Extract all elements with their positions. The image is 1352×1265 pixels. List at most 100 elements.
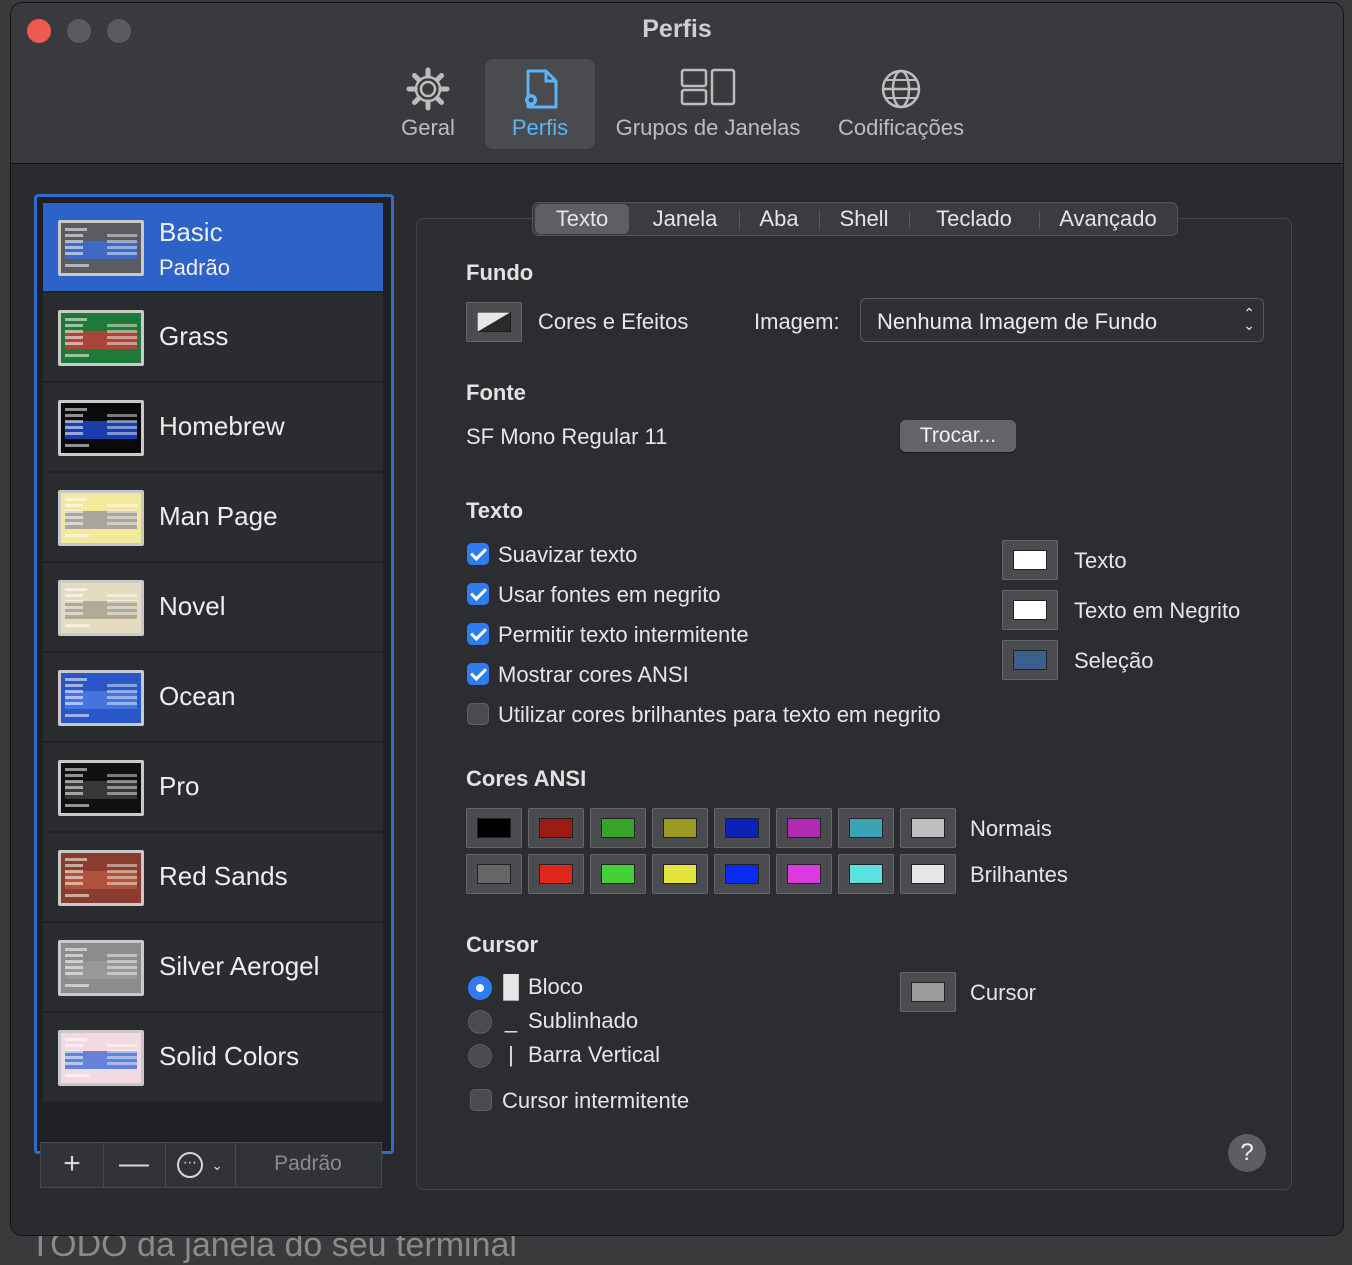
color-swatch: [663, 864, 697, 884]
text-color-label: Seleção: [1074, 648, 1154, 673]
text-option-checkbox[interactable]: [467, 583, 489, 605]
ansi-bright-color-well[interactable]: [528, 854, 584, 894]
more-actions-button[interactable]: ⋯ ⌄: [165, 1143, 236, 1187]
tab-teclado[interactable]: Teclado: [911, 203, 1037, 235]
ansi-bright-color-well[interactable]: [714, 854, 770, 894]
cursor-style-radio[interactable]: [468, 1010, 492, 1034]
profile-item[interactable]: Solid Colors: [43, 1013, 383, 1103]
toolbar-grupos[interactable]: Grupos de Janelas: [607, 59, 809, 149]
ansi-normal-color-well[interactable]: [590, 808, 646, 848]
profile-item[interactable]: Ocean: [43, 653, 383, 743]
color-swatch: [477, 864, 511, 884]
gear-icon: [406, 67, 450, 117]
color-swatch: [477, 818, 511, 838]
toolbar-geral[interactable]: Geral: [389, 59, 467, 149]
profile-item[interactable]: Novel: [43, 563, 383, 653]
color-swatch: [787, 818, 821, 838]
profile-name: Silver Aerogel: [159, 951, 320, 981]
blink-cursor-checkbox[interactable]: [470, 1089, 492, 1111]
toolbar-perfis[interactable]: Perfis: [485, 59, 595, 149]
ansi-normal-color-well[interactable]: [776, 808, 832, 848]
gradient-swatch-icon: [477, 312, 511, 332]
ansi-bright-label: Brilhantes: [970, 862, 1068, 887]
help-button[interactable]: ?: [1228, 1134, 1266, 1172]
toolbar-codificacoes[interactable]: Codificações: [827, 59, 975, 149]
updown-icon: ⌃ ⌄: [1243, 305, 1255, 333]
ansi-normal-color-well[interactable]: [838, 808, 894, 848]
cursor-style-radio[interactable]: [468, 976, 492, 1000]
profile-list[interactable]: Basic Padrão Grass Homebrew Man Page Novel Oce…: [34, 194, 394, 1154]
profile-item[interactable]: Man Page: [43, 473, 383, 563]
globe-icon: [879, 67, 923, 117]
ansi-normal-color-well[interactable]: [466, 808, 522, 848]
background-color-well[interactable]: [466, 302, 522, 342]
profile-name: Basic: [159, 217, 223, 247]
tab-texto[interactable]: Texto: [535, 204, 629, 234]
text-color-well[interactable]: [1002, 640, 1058, 680]
profile-item[interactable]: Pro: [43, 743, 383, 833]
color-swatch: [911, 818, 945, 838]
ansi-normal-color-well[interactable]: [714, 808, 770, 848]
ansi-normal-label: Normais: [970, 816, 1052, 841]
tab-separator: [739, 211, 740, 229]
ansi-normal-color-well[interactable]: [652, 808, 708, 848]
profile-item[interactable]: Red Sands: [43, 833, 383, 923]
ansi-bright-color-well[interactable]: [466, 854, 522, 894]
ansi-normal-color-well[interactable]: [900, 808, 956, 848]
profile-name: Homebrew: [159, 411, 285, 441]
background-image-value: Nenhuma Imagem de Fundo: [877, 309, 1158, 334]
profile-name: Red Sands: [159, 861, 288, 891]
profile-name: Novel: [159, 591, 226, 621]
text-option-checkbox[interactable]: [467, 543, 489, 565]
add-profile-button[interactable]: +: [41, 1143, 104, 1187]
ansi-bright-color-well[interactable]: [838, 854, 894, 894]
ansi-bright-color-well[interactable]: [776, 854, 832, 894]
cursor-style-radio[interactable]: [468, 1044, 492, 1068]
image-label: Imagem:: [754, 309, 840, 334]
set-default-button[interactable]: Padrão: [235, 1143, 381, 1187]
profile-item[interactable]: Grass: [43, 293, 383, 383]
change-font-button[interactable]: Trocar...: [900, 420, 1016, 452]
background-image-select[interactable]: Nenhuma Imagem de Fundo ⌃ ⌄: [860, 298, 1264, 342]
text-option-checkbox[interactable]: [467, 703, 489, 725]
profile-doc-icon: [518, 67, 562, 119]
profile-name: Grass: [159, 321, 229, 351]
profile-thumbnail: [58, 400, 144, 456]
text-color-label: Texto: [1074, 548, 1127, 573]
color-swatch: [849, 864, 883, 884]
blink-cursor-label: Cursor intermitente: [502, 1088, 690, 1113]
tab-avancado[interactable]: Avançado: [1041, 203, 1175, 235]
ansi-bright-color-well[interactable]: [900, 854, 956, 894]
cursor-glyph: █: [503, 974, 519, 999]
profile-thumbnail: [58, 220, 144, 276]
tab-aba[interactable]: Aba: [741, 203, 817, 235]
color-swatch: [539, 818, 573, 838]
profile-item[interactable]: Basic Padrão: [43, 203, 383, 293]
tab-janela[interactable]: Janela: [633, 203, 737, 235]
color-swatch: [849, 818, 883, 838]
cursor-color-well[interactable]: [900, 972, 956, 1012]
section-fonte: Fonte: [466, 380, 526, 405]
tab-shell[interactable]: Shell: [821, 203, 907, 235]
color-swatch: [911, 864, 945, 884]
ansi-normal-color-well[interactable]: [528, 808, 584, 848]
window-title: Perfis: [642, 15, 712, 43]
text-color-well[interactable]: [1002, 590, 1058, 630]
text-color-well[interactable]: [1002, 540, 1058, 580]
section-fundo: Fundo: [466, 260, 534, 285]
profile-name: Man Page: [159, 501, 278, 531]
text-option-checkbox[interactable]: [467, 623, 489, 645]
cursor-glyph: |: [508, 1042, 514, 1067]
text-option-checkbox[interactable]: [467, 663, 489, 685]
ansi-bright-color-well[interactable]: [652, 854, 708, 894]
remove-profile-button[interactable]: —: [103, 1143, 166, 1187]
profile-item[interactable]: Homebrew: [43, 383, 383, 473]
ansi-bright-color-well[interactable]: [590, 854, 646, 894]
text-option-label: Suavizar texto: [498, 542, 638, 567]
profile-thumbnail: [58, 580, 144, 636]
profile-thumbnail: [58, 490, 144, 546]
profile-item[interactable]: Silver Aerogel: [43, 923, 383, 1013]
text-option-label: Permitir texto intermitente: [498, 622, 749, 647]
chevron-down-icon: ⌄: [211, 1157, 224, 1174]
color-swatch: [1013, 650, 1047, 670]
